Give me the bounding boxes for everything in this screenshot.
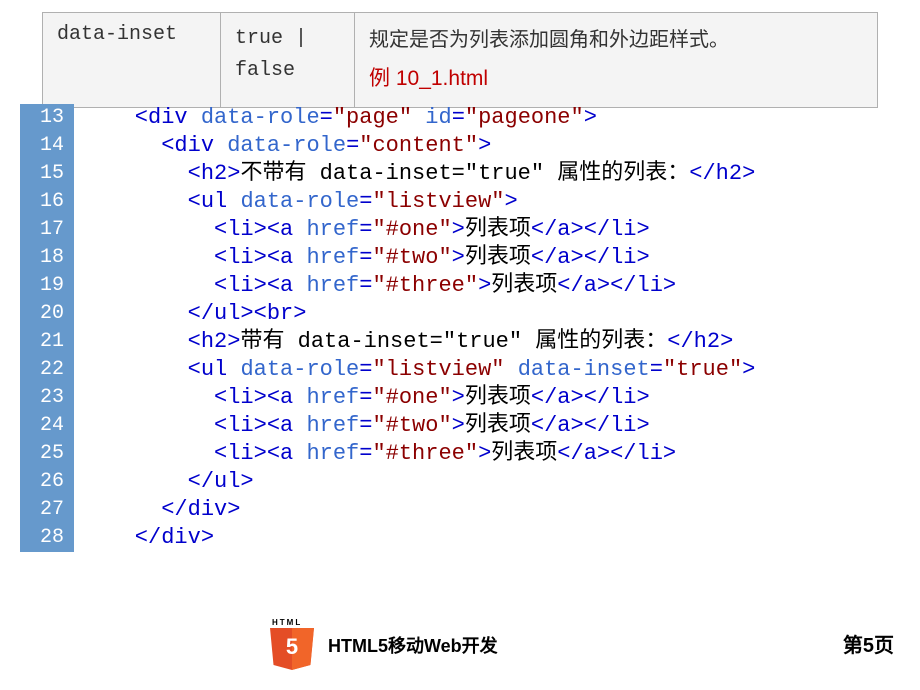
code-source: <li><a href="#three">列表项</a></li> — [74, 272, 676, 300]
attribute-table: data-inset true | false 规定是否为列表添加圆角和外边距样… — [42, 12, 878, 108]
code-line: 20 </ul><br> — [20, 300, 900, 328]
example-link: 例 10_1.html — [369, 61, 863, 97]
attr-desc-cell: 规定是否为列表添加圆角和外边距样式。 例 10_1.html — [355, 13, 878, 108]
code-line: 15 <h2>不带有 data-inset="true" 属性的列表：</h2> — [20, 160, 900, 188]
code-source: <li><a href="#one">列表项</a></li> — [74, 216, 650, 244]
footer-title: HTML5移动Web开发 — [328, 632, 498, 658]
code-line: 28 </div> — [20, 524, 900, 552]
html5-logo-icon: HTML 5 — [270, 620, 314, 670]
code-listing: 13 <div data-role="page" id="pageone">14… — [20, 104, 900, 552]
line-number: 14 — [20, 132, 74, 160]
code-source: <li><a href="#one">列表项</a></li> — [74, 384, 650, 412]
code-line: 14 <div data-role="content"> — [20, 132, 900, 160]
code-line: 19 <li><a href="#three">列表项</a></li> — [20, 272, 900, 300]
line-number: 23 — [20, 384, 74, 412]
code-line: 21 <h2>带有 data-inset="true" 属性的列表：</h2> — [20, 328, 900, 356]
code-line: 25 <li><a href="#three">列表项</a></li> — [20, 440, 900, 468]
code-line: 13 <div data-role="page" id="pageone"> — [20, 104, 900, 132]
code-line: 18 <li><a href="#two">列表项</a></li> — [20, 244, 900, 272]
line-number: 20 — [20, 300, 74, 328]
code-line: 22 <ul data-role="listview" data-inset="… — [20, 356, 900, 384]
page-number: 第5页 — [843, 629, 894, 658]
code-source: </ul> — [74, 468, 254, 496]
line-number: 16 — [20, 188, 74, 216]
table-row: data-inset true | false 规定是否为列表添加圆角和外边距样… — [43, 13, 878, 108]
attr-values-cell: true | false — [221, 13, 355, 108]
code-source: </div> — [74, 524, 214, 552]
html5-logo-label: HTML — [272, 618, 302, 627]
line-number: 27 — [20, 496, 74, 524]
line-number: 18 — [20, 244, 74, 272]
line-number: 17 — [20, 216, 74, 244]
line-number: 24 — [20, 412, 74, 440]
line-number: 21 — [20, 328, 74, 356]
code-line: 16 <ul data-role="listview"> — [20, 188, 900, 216]
description-text: 规定是否为列表添加圆角和外边距样式。 — [369, 29, 729, 51]
line-number: 13 — [20, 104, 74, 132]
code-line: 17 <li><a href="#one">列表项</a></li> — [20, 216, 900, 244]
line-number: 25 — [20, 440, 74, 468]
code-source: </div> — [74, 496, 240, 524]
code-source: </ul><br> — [74, 300, 306, 328]
value-false: false — [235, 55, 340, 87]
code-source: <li><a href="#two">列表项</a></li> — [74, 244, 650, 272]
line-number: 19 — [20, 272, 74, 300]
code-source: <li><a href="#two">列表项</a></li> — [74, 412, 650, 440]
line-number: 22 — [20, 356, 74, 384]
code-source: <li><a href="#three">列表项</a></li> — [74, 440, 676, 468]
code-source: <div data-role="page" id="pageone"> — [74, 104, 597, 132]
code-source: <div data-role="content"> — [74, 132, 491, 160]
code-source: <ul data-role="listview"> — [74, 188, 518, 216]
code-line: 26 </ul> — [20, 468, 900, 496]
code-source: <ul data-role="listview" data-inset="tru… — [74, 356, 755, 384]
code-line: 23 <li><a href="#one">列表项</a></li> — [20, 384, 900, 412]
code-source: <h2>带有 data-inset="true" 属性的列表：</h2> — [74, 328, 733, 356]
line-number: 26 — [20, 468, 74, 496]
code-line: 27 </div> — [20, 496, 900, 524]
attr-name-cell: data-inset — [43, 13, 221, 108]
code-source: <h2>不带有 data-inset="true" 属性的列表：</h2> — [74, 160, 755, 188]
line-number: 28 — [20, 524, 74, 552]
line-number: 15 — [20, 160, 74, 188]
value-true: true | — [235, 23, 340, 55]
code-line: 24 <li><a href="#two">列表项</a></li> — [20, 412, 900, 440]
html5-logo-number: 5 — [270, 634, 314, 660]
footer-logo-group: HTML 5 HTML5移动Web开发 — [270, 620, 498, 670]
